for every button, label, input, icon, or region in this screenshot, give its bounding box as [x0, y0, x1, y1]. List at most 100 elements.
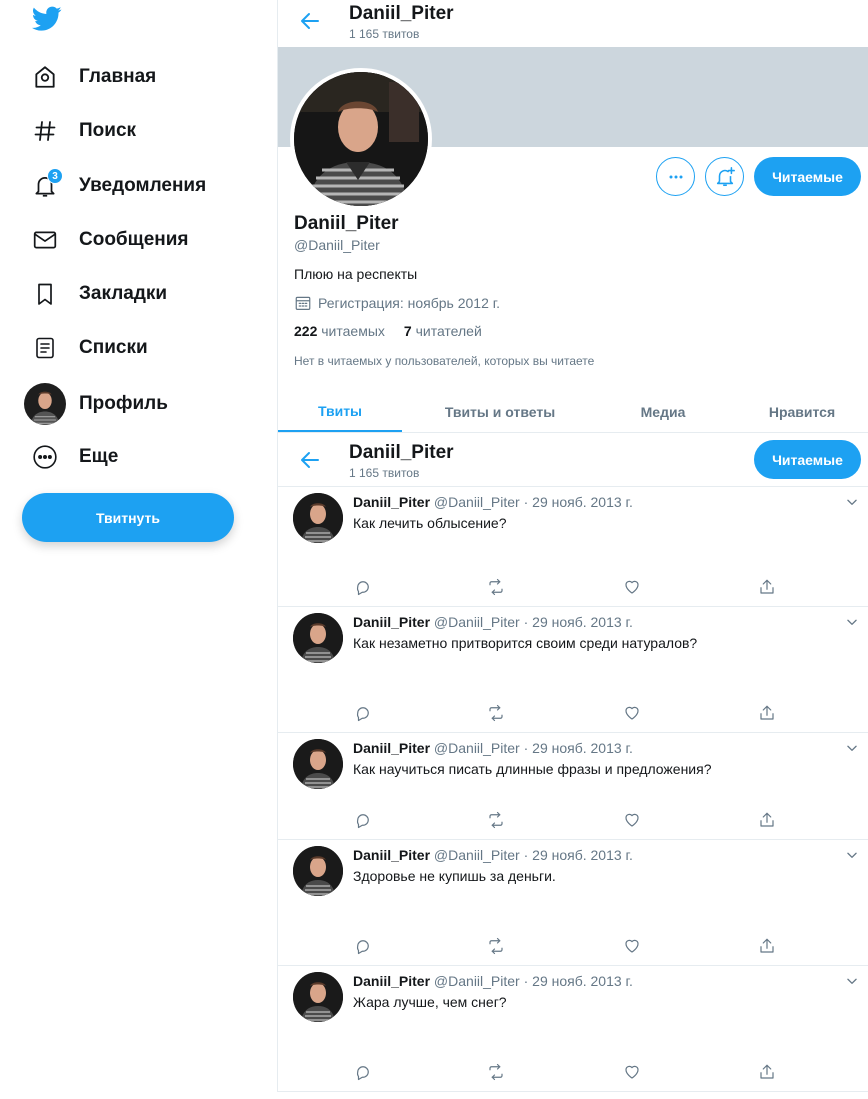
nav-notifications[interactable]: 3 Уведомления — [30, 166, 206, 206]
nav-label-bookmarks: Закладки — [79, 283, 168, 304]
tab-media[interactable]: Медиа — [598, 392, 728, 432]
tweet-author-name[interactable]: Daniil_Piter — [353, 973, 430, 989]
nav-messages[interactable]: Сообщения — [30, 220, 189, 260]
profile-joined: Регистрация: ноябрь 2012 г. — [294, 294, 500, 312]
tweet-avatar[interactable] — [293, 846, 343, 896]
sidebar: Главная Поиск 3 Уведомления Сообщения За… — [0, 0, 277, 1099]
followers-stat[interactable]: 7 читателей — [404, 323, 482, 339]
share-icon[interactable] — [757, 1062, 777, 1082]
reply-icon[interactable] — [353, 810, 373, 830]
tweet[interactable]: Daniil_Piter @Daniil_Piter · 29 нояб. 20… — [278, 487, 868, 607]
more-options-button[interactable] — [656, 157, 695, 196]
home-icon — [30, 62, 60, 92]
tweet-avatar[interactable] — [293, 493, 343, 543]
nav-lists[interactable]: Списки — [30, 328, 148, 368]
nav-label-home: Главная — [79, 66, 157, 87]
chevron-down-icon[interactable] — [845, 974, 861, 990]
like-icon[interactable] — [622, 703, 642, 723]
more-icon — [30, 442, 60, 472]
sticky-header: Daniil_Piter 1 165 твитов Читаемые — [278, 433, 868, 487]
tweet-button[interactable]: Твитнуть — [22, 493, 234, 542]
sticky-tweet-count: 1 165 твитов — [349, 466, 420, 480]
notify-bell-button[interactable] — [705, 157, 744, 196]
retweet-icon[interactable] — [486, 703, 506, 723]
nav-label-profile: Профиль — [79, 393, 168, 414]
nav-explore[interactable]: Поиск — [30, 111, 136, 151]
tweet-avatar[interactable] — [293, 972, 343, 1022]
profile-bio: Плюю на респекты — [294, 266, 418, 282]
tweet[interactable]: Daniil_Piter @Daniil_Piter · 29 нояб. 20… — [278, 840, 868, 966]
tweet-author-name[interactable]: Daniil_Piter — [353, 614, 430, 630]
like-icon[interactable] — [622, 577, 642, 597]
nav-more[interactable]: Еще — [30, 437, 118, 477]
retweet-icon[interactable] — [486, 810, 506, 830]
tweet-avatar[interactable] — [293, 739, 343, 789]
profile-name: Daniil_Piter — [294, 213, 399, 234]
back-arrow-icon[interactable] — [298, 9, 322, 33]
tweet-author-name[interactable]: Daniil_Piter — [353, 494, 430, 510]
reply-icon[interactable] — [353, 1062, 373, 1082]
tweet[interactable]: Daniil_Piter @Daniil_Piter · 29 нояб. 20… — [278, 966, 868, 1092]
followers-label: читателей — [415, 323, 482, 339]
chevron-down-icon[interactable] — [845, 741, 861, 757]
chevron-down-icon[interactable] — [845, 615, 861, 631]
bell-icon: 3 — [30, 168, 63, 201]
nav-bookmarks[interactable]: Закладки — [30, 274, 167, 314]
notification-badge: 3 — [47, 168, 63, 184]
like-icon[interactable] — [622, 1062, 642, 1082]
tweet-header: Daniil_Piter @Daniil_Piter · 29 нояб. 20… — [353, 847, 633, 863]
hashtag-icon — [30, 116, 60, 146]
profile-avatar[interactable] — [290, 68, 432, 210]
nav-label-notifications: Уведомления — [79, 175, 207, 196]
envelope-icon — [30, 225, 60, 255]
tweet-text: Как незаметно притворится своим среди на… — [353, 635, 698, 651]
profile-handle: @Daniil_Piter — [294, 237, 380, 253]
tweet-text: Как научиться писать длинные фразы и пре… — [353, 761, 712, 777]
tweet-header: Daniil_Piter @Daniil_Piter · 29 нояб. 20… — [353, 740, 633, 756]
main-column: Daniil_Piter 1 165 твитов Читаемые Danii… — [277, 0, 868, 1092]
share-icon[interactable] — [757, 810, 777, 830]
share-icon[interactable] — [757, 936, 777, 956]
nav-home[interactable]: Главная — [30, 57, 156, 97]
chevron-down-icon[interactable] — [845, 848, 861, 864]
like-icon[interactable] — [622, 810, 642, 830]
retweet-icon[interactable] — [486, 936, 506, 956]
tweet[interactable]: Daniil_Piter @Daniil_Piter · 29 нояб. 20… — [278, 733, 868, 840]
profile-header-bar: Daniil_Piter 1 165 твитов — [278, 0, 868, 47]
reply-icon[interactable] — [353, 936, 373, 956]
followers-count: 7 — [403, 323, 412, 339]
nav-profile[interactable]: Профиль — [24, 383, 168, 425]
following-stat[interactable]: 222 читаемых — [294, 323, 385, 339]
reply-icon[interactable] — [353, 577, 373, 597]
reply-icon[interactable] — [353, 703, 373, 723]
tweet-text: Как лечить облысение? — [353, 515, 507, 531]
sticky-following-button[interactable]: Читаемые — [754, 440, 861, 479]
header-title: Daniil_Piter — [349, 3, 454, 24]
twitter-bird-icon[interactable] — [32, 6, 62, 36]
tab-tweets[interactable]: Твиты — [278, 392, 402, 432]
tweet-avatar[interactable] — [293, 613, 343, 663]
chevron-down-icon[interactable] — [845, 495, 861, 511]
header-tweet-count: 1 165 твитов — [349, 27, 420, 41]
tweet-author-name[interactable]: Daniil_Piter — [353, 847, 430, 863]
sticky-back-arrow-icon[interactable] — [298, 448, 322, 472]
retweet-icon[interactable] — [486, 1062, 506, 1082]
tab-likes[interactable]: Нравится — [728, 392, 868, 432]
retweet-icon[interactable] — [486, 577, 506, 597]
tweet-text: Жара лучше, чем снег? — [353, 994, 507, 1010]
tweet-header: Daniil_Piter @Daniil_Piter · 29 нояб. 20… — [353, 614, 633, 630]
tweet[interactable]: Daniil_Piter @Daniil_Piter · 29 нояб. 20… — [278, 607, 868, 733]
share-icon[interactable] — [757, 577, 777, 597]
following-label: читаемых — [321, 323, 385, 339]
tweet-header: Daniil_Piter @Daniil_Piter · 29 нояб. 20… — [353, 973, 633, 989]
bookmark-icon — [30, 279, 60, 309]
share-icon[interactable] — [757, 703, 777, 723]
tab-tweets-and-replies[interactable]: Твиты и ответы — [402, 392, 598, 432]
list-icon — [30, 333, 60, 363]
bell-plus-icon — [716, 166, 735, 186]
like-icon[interactable] — [622, 936, 642, 956]
following-count: 222 — [294, 323, 318, 339]
tweet-meta: @Daniil_Piter · 29 нояб. 2013 г. — [433, 847, 633, 863]
following-button[interactable]: Читаемые — [754, 157, 861, 196]
tweet-author-name[interactable]: Daniil_Piter — [353, 740, 430, 756]
